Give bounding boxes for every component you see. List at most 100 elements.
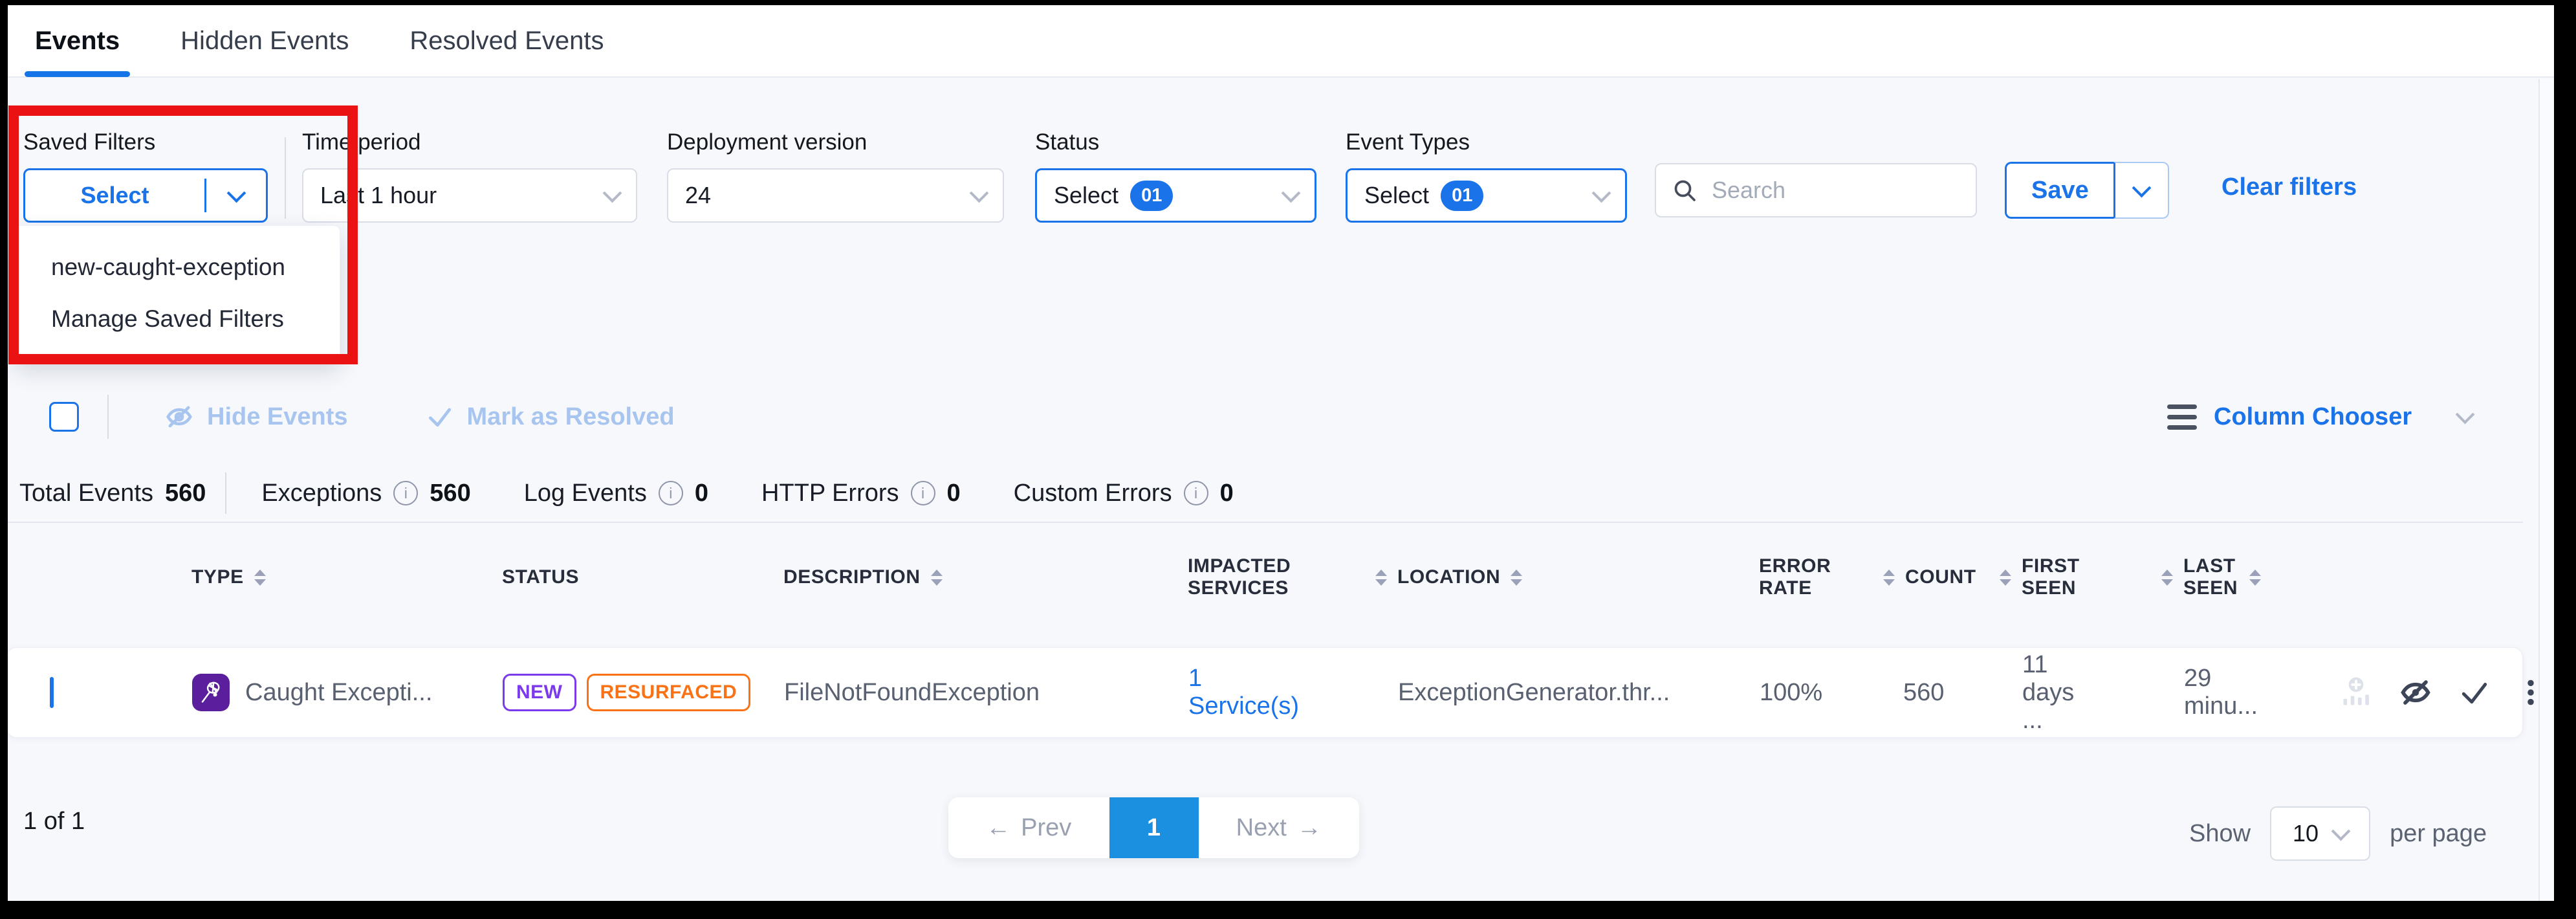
sort-icon[interactable]: [2161, 570, 2173, 586]
table-row: Caught Excepti... NEW RESURFACED FileNot…: [6, 647, 2523, 738]
status-value: Select: [1054, 182, 1119, 209]
header-error-rate[interactable]: ERROR RATE: [1672, 555, 1821, 600]
next-button[interactable]: Next →: [1199, 797, 1360, 858]
events-page: Events Hidden Events Resolved Events Sav…: [0, 0, 2576, 919]
save-dropdown-button[interactable]: [2113, 162, 2169, 219]
event-types-count-badge: 01: [1441, 181, 1483, 211]
sort-icon[interactable]: [1883, 570, 1895, 586]
stat-custom-errors: Custom Errors 0: [1014, 480, 1234, 507]
tab-hidden-events[interactable]: Hidden Events: [180, 27, 349, 56]
chevron-down-icon: [2331, 821, 2351, 841]
sort-icon[interactable]: [1511, 570, 1522, 586]
arrow-right-icon: →: [1297, 814, 1322, 842]
header-status[interactable]: STATUS: [433, 566, 715, 588]
status-group: Status Select 01: [1035, 129, 1316, 223]
sort-icon[interactable]: [254, 570, 266, 586]
cell-location: ExceptionGenerator.thr...: [1314, 679, 1673, 707]
saved-filters-value: Select: [25, 182, 204, 209]
show-label: Show: [2189, 820, 2251, 848]
status-badge-new: NEW: [503, 674, 576, 711]
event-types-label: Event Types: [1346, 129, 1627, 155]
tab-events[interactable]: Events: [35, 27, 120, 56]
cell-count: 560: [1822, 679, 1938, 707]
prev-button[interactable]: ← Prev: [948, 797, 1109, 858]
column-chooser-label: Column Chooser: [2214, 403, 2412, 431]
hide-events-button[interactable]: Hide Events: [164, 402, 348, 432]
header-location[interactable]: LOCATION: [1313, 566, 1672, 588]
hide-event-icon[interactable]: [2399, 676, 2432, 709]
search-box: [1655, 163, 1977, 217]
chevron-down-icon: [2456, 404, 2475, 424]
clear-filters-link[interactable]: Clear filters: [2221, 173, 2357, 201]
header-type-label: TYPE: [191, 566, 244, 588]
column-chooser-button[interactable]: Column Chooser: [2167, 387, 2472, 447]
cell-first-seen: 11 days ...: [1938, 651, 2100, 735]
cell-last-seen: 29 minu...: [2100, 665, 2262, 720]
status-select[interactable]: Select 01: [1035, 168, 1316, 223]
arrow-left-icon: ←: [986, 814, 1010, 842]
divider: [107, 395, 109, 439]
row-checkbox[interactable]: [50, 677, 54, 708]
info-icon[interactable]: [393, 481, 418, 505]
dropdown-item-saved-filter[interactable]: new-caught-exception: [15, 254, 340, 281]
info-icon[interactable]: [911, 481, 935, 505]
select-all-checkbox[interactable]: [49, 402, 79, 432]
prev-label: Prev: [1021, 814, 1071, 842]
header-description-label: DESCRIPTION: [783, 566, 921, 588]
page-1-button[interactable]: 1: [1109, 797, 1199, 858]
add-to-chart-icon[interactable]: [2339, 676, 2373, 709]
time-period-value: Last 1 hour: [320, 182, 606, 209]
eye-off-icon: [164, 402, 194, 432]
chevron-down-icon: [1592, 183, 1611, 203]
hide-events-label: Hide Events: [207, 403, 348, 431]
header-last-seen[interactable]: LAST SEEN: [2099, 555, 2261, 599]
header-status-label: STATUS: [502, 566, 579, 588]
sort-icon[interactable]: [2000, 570, 2011, 586]
page-size-select[interactable]: 10: [2270, 806, 2370, 861]
divider: [225, 472, 226, 514]
chevron-down-icon[interactable]: [226, 183, 246, 203]
deployment-version-select[interactable]: 24: [667, 168, 1004, 223]
page-size-control: Show 10 per page: [2189, 806, 2487, 861]
header-type[interactable]: TYPE: [123, 566, 433, 588]
search-icon: [1672, 177, 1697, 203]
custom-errors-value: 0: [1220, 480, 1234, 507]
info-icon[interactable]: [659, 481, 683, 505]
search-input[interactable]: [1710, 176, 1960, 205]
event-types-select[interactable]: Select 01: [1346, 168, 1627, 223]
impacted-services-link[interactable]: 1 Service(s): [1188, 665, 1314, 720]
sort-icon[interactable]: [1375, 570, 1387, 586]
total-events-value: 560: [165, 480, 206, 507]
header-first-seen[interactable]: FIRST SEEN: [1937, 555, 2099, 599]
cell-description[interactable]: FileNotFoundException: [715, 679, 1120, 707]
dropdown-item-manage-saved-filters[interactable]: Manage Saved Filters: [15, 305, 340, 333]
saved-filters-label: Saved Filters: [23, 129, 268, 155]
tab-resolved-events[interactable]: Resolved Events: [409, 27, 604, 56]
type-value[interactable]: Caught Excepti...: [245, 679, 432, 707]
http-errors-label: HTTP Errors: [761, 480, 899, 507]
saved-filters-select[interactable]: Select: [23, 168, 268, 223]
scroll-gutter: [2540, 79, 2554, 919]
header-impacted-services[interactable]: IMPACTED SERVICES: [1119, 555, 1313, 600]
header-description[interactable]: DESCRIPTION: [715, 566, 1119, 588]
exceptions-value: 560: [430, 480, 470, 507]
next-label: Next: [1236, 814, 1287, 842]
status-label: Status: [1035, 129, 1316, 155]
info-icon[interactable]: [1184, 481, 1208, 505]
sort-icon[interactable]: [931, 570, 943, 586]
save-button[interactable]: Save: [2005, 162, 2113, 219]
stat-http-errors: HTTP Errors 0: [761, 480, 961, 507]
sort-icon[interactable]: [2249, 570, 2261, 586]
header-count[interactable]: COUNT: [1821, 566, 1937, 588]
time-period-select[interactable]: Last 1 hour: [302, 168, 637, 223]
header-error-rate-label: ERROR RATE: [1759, 555, 1831, 600]
mark-resolved-button[interactable]: Mark as Resolved: [426, 403, 675, 431]
time-period-group: Time period Last 1 hour: [302, 129, 637, 223]
resolve-event-icon[interactable]: [2458, 676, 2491, 709]
header-first-seen-label: FIRST SEEN: [2022, 555, 2099, 599]
header-impacted-services-label: IMPACTED SERVICES: [1188, 555, 1313, 600]
deployment-version-value: 24: [685, 182, 972, 209]
event-types-group: Event Types Select 01: [1346, 129, 1627, 223]
cell-status: NEW RESURFACED: [434, 674, 715, 711]
chevron-down-icon: [2132, 178, 2151, 197]
